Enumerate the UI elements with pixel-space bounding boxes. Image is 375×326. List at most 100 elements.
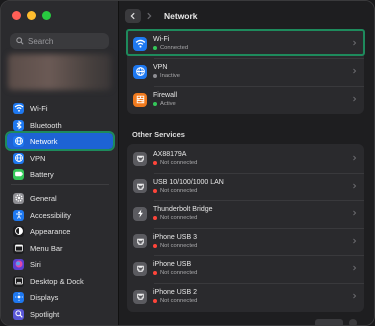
sidebar-item-menu-bar[interactable]: Menu Bar (7, 240, 113, 256)
service-status: Not connected (153, 269, 197, 277)
service-status-text: Not connected (160, 270, 198, 277)
ethernet-icon (133, 179, 147, 194)
service-name: Thunderbolt Bridge (153, 206, 213, 214)
chevron-right-icon (353, 40, 357, 46)
service-row-iphone-usb[interactable]: iPhone USB Not connected (127, 255, 364, 282)
search-input[interactable]: Search (10, 33, 109, 49)
zoom-window-button[interactable] (42, 11, 51, 20)
settings-window: Search Wi-Fi Bluetooth Network VPN Battery Ge… (0, 0, 375, 326)
spotlight-icon (13, 308, 24, 320)
service-row-vpn[interactable]: VPN Inactive (127, 58, 364, 85)
account-profile[interactable] (8, 54, 111, 90)
service-status-text: Not connected (160, 298, 198, 304)
menu-bar-icon (13, 242, 24, 254)
sidebar-item-spotlight[interactable]: Spotlight (7, 306, 113, 322)
back-button[interactable] (125, 9, 141, 23)
minimize-window-button[interactable] (27, 11, 36, 20)
sidebar-item-label: Bluetooth (30, 120, 62, 130)
service-name: Firewall (153, 92, 178, 99)
footer-controls (315, 319, 357, 325)
bluetooth-icon (13, 119, 24, 131)
sidebar-item-label: VPN (30, 153, 46, 163)
other-services-list: AX88179A Not connected USB 10/100/1000 LAN… (127, 144, 364, 312)
service-row-iphone-usb-2[interactable]: iPhone USB 2 Not connected (127, 283, 364, 310)
sidebar-item-bluetooth[interactable]: Bluetooth (7, 117, 113, 133)
service-status: Not connected (153, 242, 197, 250)
sidebar-item-label: Siri (30, 259, 41, 269)
ethernet-icon (133, 234, 147, 249)
service-status-text: Not connected (160, 242, 198, 249)
sidebar-item-label: Battery (30, 169, 54, 179)
more-options-button[interactable] (315, 319, 343, 325)
sidebar: Search Wi-Fi Bluetooth Network VPN Battery Ge… (1, 1, 119, 325)
sidebar-item-desktop-dock[interactable]: Desktop & Dock (7, 273, 113, 289)
close-window-button[interactable] (12, 11, 21, 20)
sidebar-item-network[interactable]: Network (5, 131, 115, 151)
status-dot (153, 102, 157, 106)
chevron-right-icon (353, 238, 357, 244)
appearance-icon (13, 225, 24, 237)
main-panel: Network Wi-Fi Connected VPN Inactive Firewal… (119, 1, 374, 325)
sidebar-item-displays[interactable]: Displays (7, 289, 113, 305)
gear-icon (13, 192, 24, 204)
sidebar-item-label: General (30, 193, 57, 203)
chevron-right-icon (353, 155, 357, 161)
service-row-firewall[interactable]: Firewall Active (127, 86, 364, 113)
toolbar: Network (119, 1, 374, 29)
sidebar-item-appearance[interactable]: Appearance (7, 223, 113, 239)
service-name: USB 10/100/1000 LAN (153, 178, 224, 186)
status-dot (153, 46, 157, 50)
service-status: Not connected (153, 187, 224, 195)
help-button[interactable] (349, 319, 357, 325)
sidebar-item-accessibility[interactable]: Accessibility (7, 207, 113, 223)
chevron-left-icon (130, 12, 135, 20)
chevron-right-icon (353, 210, 357, 216)
service-row-usb-10-100-1000-lan[interactable]: USB 10/100/1000 LAN Not connected (127, 173, 364, 200)
status-dot (153, 74, 157, 78)
service-name: iPhone USB (153, 261, 192, 269)
page-title: Network (164, 11, 198, 21)
service-status-text: Inactive (160, 73, 180, 79)
service-row-iphone-usb-3[interactable]: iPhone USB 3 Not connected (127, 228, 364, 255)
vpn-globe-icon (133, 64, 147, 79)
ethernet-icon (133, 151, 147, 166)
service-row-ax88179a[interactable]: AX88179A Not connected (127, 145, 364, 172)
chevron-right-icon (353, 293, 357, 299)
thunderbolt-icon (133, 206, 147, 221)
service-status: Active (153, 100, 177, 108)
chevron-right-icon (353, 265, 357, 271)
vpn-globe-icon (13, 152, 24, 164)
sidebar-item-label: Accessibility (30, 210, 71, 220)
status-dot (153, 299, 157, 303)
status-dot (153, 188, 157, 193)
sidebar-item-label: Displays (30, 292, 59, 302)
sidebar-item-label: Wi-Fi (30, 103, 48, 113)
status-dot (153, 161, 157, 165)
status-dot (153, 216, 157, 221)
forward-button[interactable] (141, 9, 157, 23)
battery-icon (13, 168, 24, 180)
service-name: iPhone USB 3 (153, 233, 197, 241)
sidebar-item-general[interactable]: General (7, 190, 113, 206)
search-placeholder: Search (28, 36, 54, 46)
sidebar-item-battery[interactable]: Battery (7, 166, 113, 182)
ethernet-icon (133, 289, 147, 304)
status-dot (153, 271, 157, 276)
chevron-right-icon (353, 183, 357, 189)
sidebar-item-label: Desktop & Dock (30, 276, 84, 286)
search-icon (16, 37, 24, 45)
service-row-thunderbolt-bridge[interactable]: Thunderbolt Bridge Not connected (127, 200, 364, 227)
sidebar-item-siri[interactable]: Siri (7, 256, 113, 272)
network-globe-icon (13, 135, 24, 147)
window-controls (12, 11, 51, 20)
sidebar-item-vpn[interactable]: VPN (7, 150, 113, 166)
sidebar-item-label: Appearance (30, 226, 71, 236)
chevron-right-icon (147, 12, 152, 20)
firewall-icon (133, 92, 147, 107)
wifi-icon (133, 36, 147, 51)
sidebar-item-wi-fi[interactable]: Wi-Fi (7, 100, 113, 116)
service-status-text: Not connected (160, 160, 198, 166)
service-status: Not connected (153, 159, 197, 167)
service-status-text: Not connected (160, 187, 198, 194)
service-row-wi-fi[interactable]: Wi-Fi Connected (127, 30, 364, 57)
